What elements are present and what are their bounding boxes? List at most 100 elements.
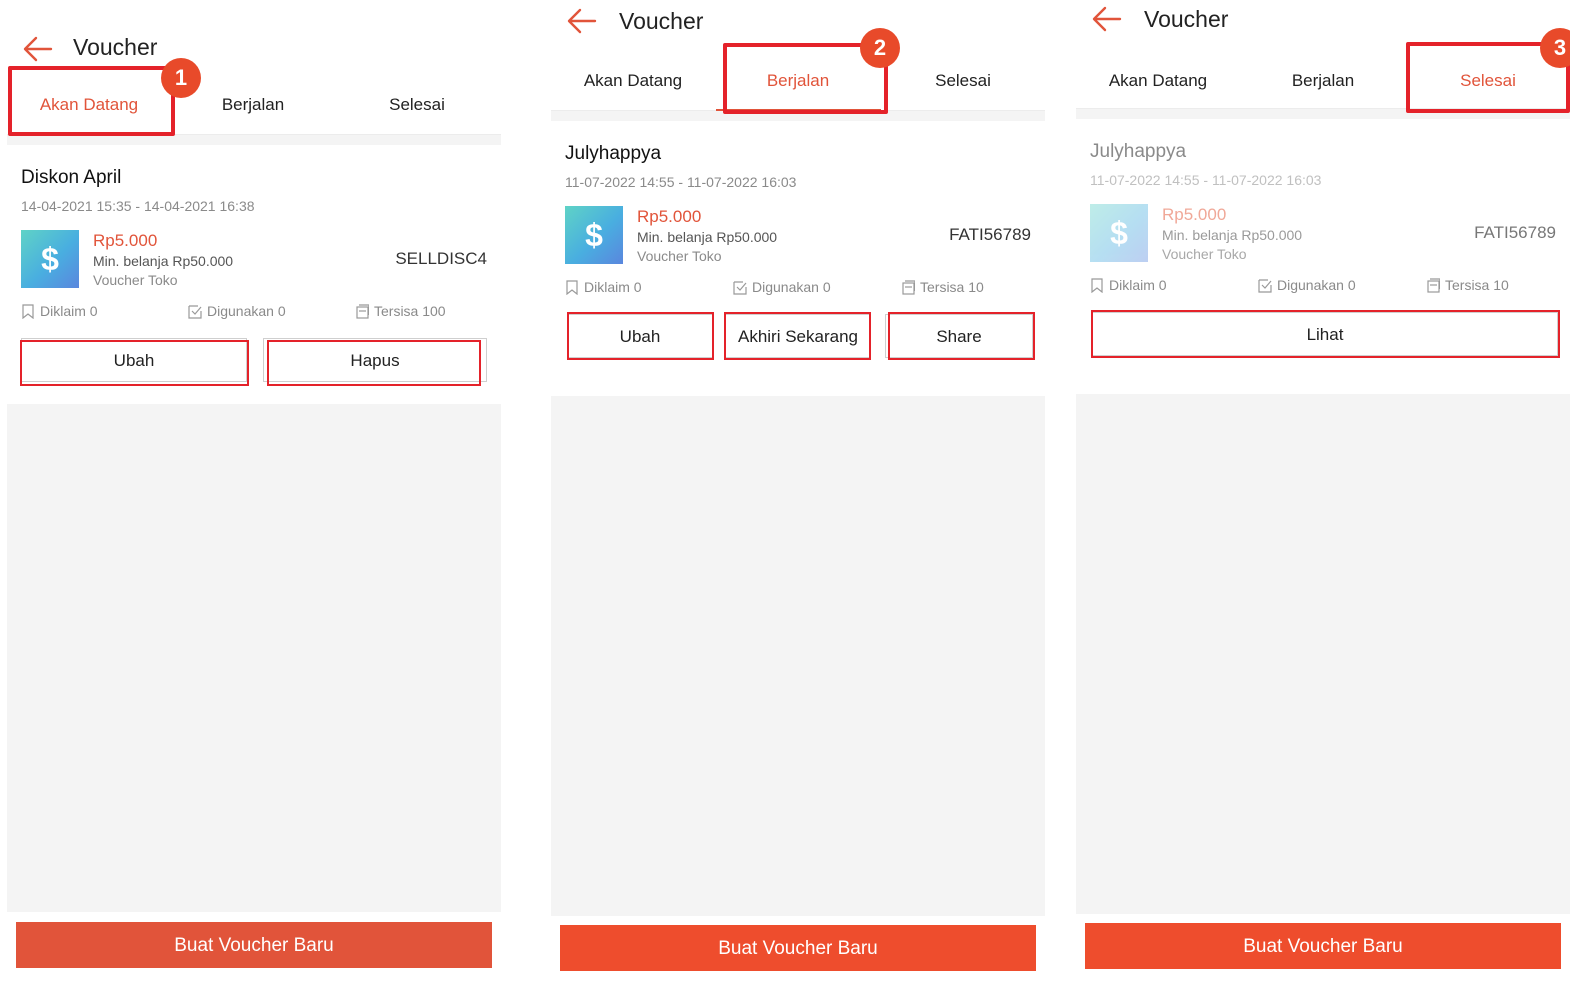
stat-remaining: Tersisa 10 xyxy=(901,279,984,295)
tab-bar: Akan Datang Berjalan Selesai xyxy=(1076,50,1570,109)
screen-upcoming: Voucher Akan Datang Berjalan Selesai Dis… xyxy=(7,0,501,986)
voucher-code: FATI56789 xyxy=(1474,223,1556,242)
create-voucher-button[interactable]: Buat Voucher Baru xyxy=(1085,923,1561,969)
tab-selesai[interactable]: Selesai xyxy=(881,50,1045,110)
voucher-amount: Rp5.000 xyxy=(1162,205,1227,224)
tab-selesai[interactable]: Selesai xyxy=(335,74,499,134)
dollar-icon: $ xyxy=(1090,204,1148,262)
voucher-code: FATI56789 xyxy=(949,225,1031,244)
voucher-actions: Ubah Hapus xyxy=(7,338,501,386)
voucher-actions: Ubah Akhiri Sekarang Share xyxy=(551,312,1045,360)
stat-used: Digunakan 0 xyxy=(1258,277,1356,293)
voucher-name: Diskon April xyxy=(21,167,122,188)
checkbox-icon xyxy=(188,304,202,319)
screen-ongoing: Voucher Akan Datang Berjalan Selesai Jul… xyxy=(551,0,1045,986)
page-title: Voucher xyxy=(619,8,704,34)
create-voucher-button[interactable]: Buat Voucher Baru xyxy=(560,925,1036,971)
voucher-card: Julyhappya 11-07-2022 14:55 - 11-07-2022… xyxy=(551,121,1045,391)
edit-button[interactable]: Ubah xyxy=(21,338,247,382)
empty-area xyxy=(1076,394,1570,914)
section-divider xyxy=(1076,109,1570,119)
svg-text:$: $ xyxy=(1110,215,1128,251)
stat-used-label: Digunakan 0 xyxy=(1277,277,1356,293)
stat-remaining: Tersisa 100 xyxy=(355,303,446,319)
edit-button[interactable]: Ubah xyxy=(567,314,713,358)
bookmark-icon xyxy=(566,279,578,295)
tab-bar: Akan Datang Berjalan Selesai xyxy=(7,74,501,135)
view-button[interactable]: Lihat xyxy=(1092,312,1558,356)
voucher-date-range: 11-07-2022 14:55 - 11-07-2022 16:03 xyxy=(565,174,797,190)
end-now-button[interactable]: Akhiri Sekarang xyxy=(725,314,871,358)
svg-text:$: $ xyxy=(585,217,603,253)
voucher-type: Voucher Toko xyxy=(1162,246,1247,262)
stat-remaining-label: Tersisa 10 xyxy=(1445,277,1509,293)
checkbox-icon xyxy=(1258,278,1272,293)
section-divider xyxy=(7,135,501,145)
bookmark-icon xyxy=(1091,277,1103,293)
voucher-stack-icon xyxy=(1427,277,1440,293)
dollar-icon: $ xyxy=(21,230,79,288)
active-tab-indicator xyxy=(716,109,881,111)
svg-text:$: $ xyxy=(41,241,59,277)
voucher-card: Julyhappya 11-07-2022 14:55 - 11-07-2022… xyxy=(1076,119,1570,389)
stat-used-label: Digunakan 0 xyxy=(207,303,286,319)
voucher-actions: Lihat xyxy=(1076,310,1570,358)
empty-area xyxy=(551,396,1045,916)
voucher-amount: Rp5.000 xyxy=(637,207,702,226)
stat-remaining-label: Tersisa 100 xyxy=(374,303,446,319)
back-arrow-icon[interactable] xyxy=(23,36,53,62)
app-header: Voucher xyxy=(1076,0,1570,50)
dollar-icon: $ xyxy=(565,206,623,264)
active-tab-indicator xyxy=(17,133,161,135)
stat-remaining: Tersisa 10 xyxy=(1426,277,1509,293)
empty-area xyxy=(7,404,501,912)
voucher-date-range: 14-04-2021 15:35 - 14-04-2021 16:38 xyxy=(21,198,255,214)
share-button[interactable]: Share xyxy=(885,314,1033,358)
voucher-type: Voucher Toko xyxy=(637,248,722,264)
voucher-stack-icon xyxy=(902,279,915,295)
tab-berjalan[interactable]: Berjalan xyxy=(716,50,880,110)
voucher-min-spend: Min. belanja Rp50.000 xyxy=(637,229,778,245)
create-voucher-button[interactable]: Buat Voucher Baru xyxy=(16,922,492,968)
checkbox-icon xyxy=(733,280,747,295)
voucher-name: Julyhappya xyxy=(1090,141,1187,162)
voucher-code: SELLDISC4 xyxy=(395,249,487,268)
stat-claimed: Diklaim 0 xyxy=(21,303,98,319)
stat-claimed-label: Diklaim 0 xyxy=(584,279,642,295)
tab-bar: Akan Datang Berjalan Selesai xyxy=(551,50,1045,111)
voucher-name: Julyhappya xyxy=(565,143,662,164)
stat-used-label: Digunakan 0 xyxy=(752,279,831,295)
voucher-min-spend: Min. belanja Rp50.000 xyxy=(93,253,234,269)
step-badge: 1 xyxy=(161,58,201,98)
stat-claimed-label: Diklaim 0 xyxy=(40,303,98,319)
page-title: Voucher xyxy=(73,34,158,60)
voucher-min-spend: Min. belanja Rp50.000 xyxy=(1162,227,1303,243)
tab-berjalan[interactable]: Berjalan xyxy=(1241,50,1405,110)
section-divider xyxy=(551,111,1045,121)
tab-akan-datang[interactable]: Akan Datang xyxy=(551,50,715,110)
delete-button[interactable]: Hapus xyxy=(263,338,487,382)
stat-used: Digunakan 0 xyxy=(188,303,286,319)
voucher-card: Diskon April 14-04-2021 15:35 - 14-04-20… xyxy=(7,145,501,415)
tab-akan-datang[interactable]: Akan Datang xyxy=(1076,50,1240,110)
page-title: Voucher xyxy=(1144,6,1229,32)
tab-akan-datang[interactable]: Akan Datang xyxy=(7,74,171,134)
voucher-type: Voucher Toko xyxy=(93,272,178,288)
stat-used: Digunakan 0 xyxy=(733,279,831,295)
voucher-stack-icon xyxy=(356,303,369,319)
back-arrow-icon[interactable] xyxy=(567,8,597,34)
screen-finished: Voucher Akan Datang Berjalan Selesai Jul… xyxy=(1076,0,1570,986)
voucher-stats: Diklaim 0 Digunakan 0 Tersisa 10 xyxy=(551,271,1045,301)
stat-claimed-label: Diklaim 0 xyxy=(1109,277,1167,293)
voucher-stats: Diklaim 0 Digunakan 0 Tersisa 100 xyxy=(7,295,501,325)
voucher-date-range: 11-07-2022 14:55 - 11-07-2022 16:03 xyxy=(1090,172,1322,188)
stat-claimed: Diklaim 0 xyxy=(1090,277,1167,293)
voucher-stats: Diklaim 0 Digunakan 0 Tersisa 10 xyxy=(1076,269,1570,299)
step-badge: 2 xyxy=(860,28,900,68)
bookmark-icon xyxy=(22,303,34,319)
back-arrow-icon[interactable] xyxy=(1092,6,1122,32)
stat-claimed: Diklaim 0 xyxy=(565,279,642,295)
voucher-amount: Rp5.000 xyxy=(93,231,158,250)
app-header: Voucher xyxy=(7,24,501,74)
app-header: Voucher xyxy=(551,0,1045,50)
